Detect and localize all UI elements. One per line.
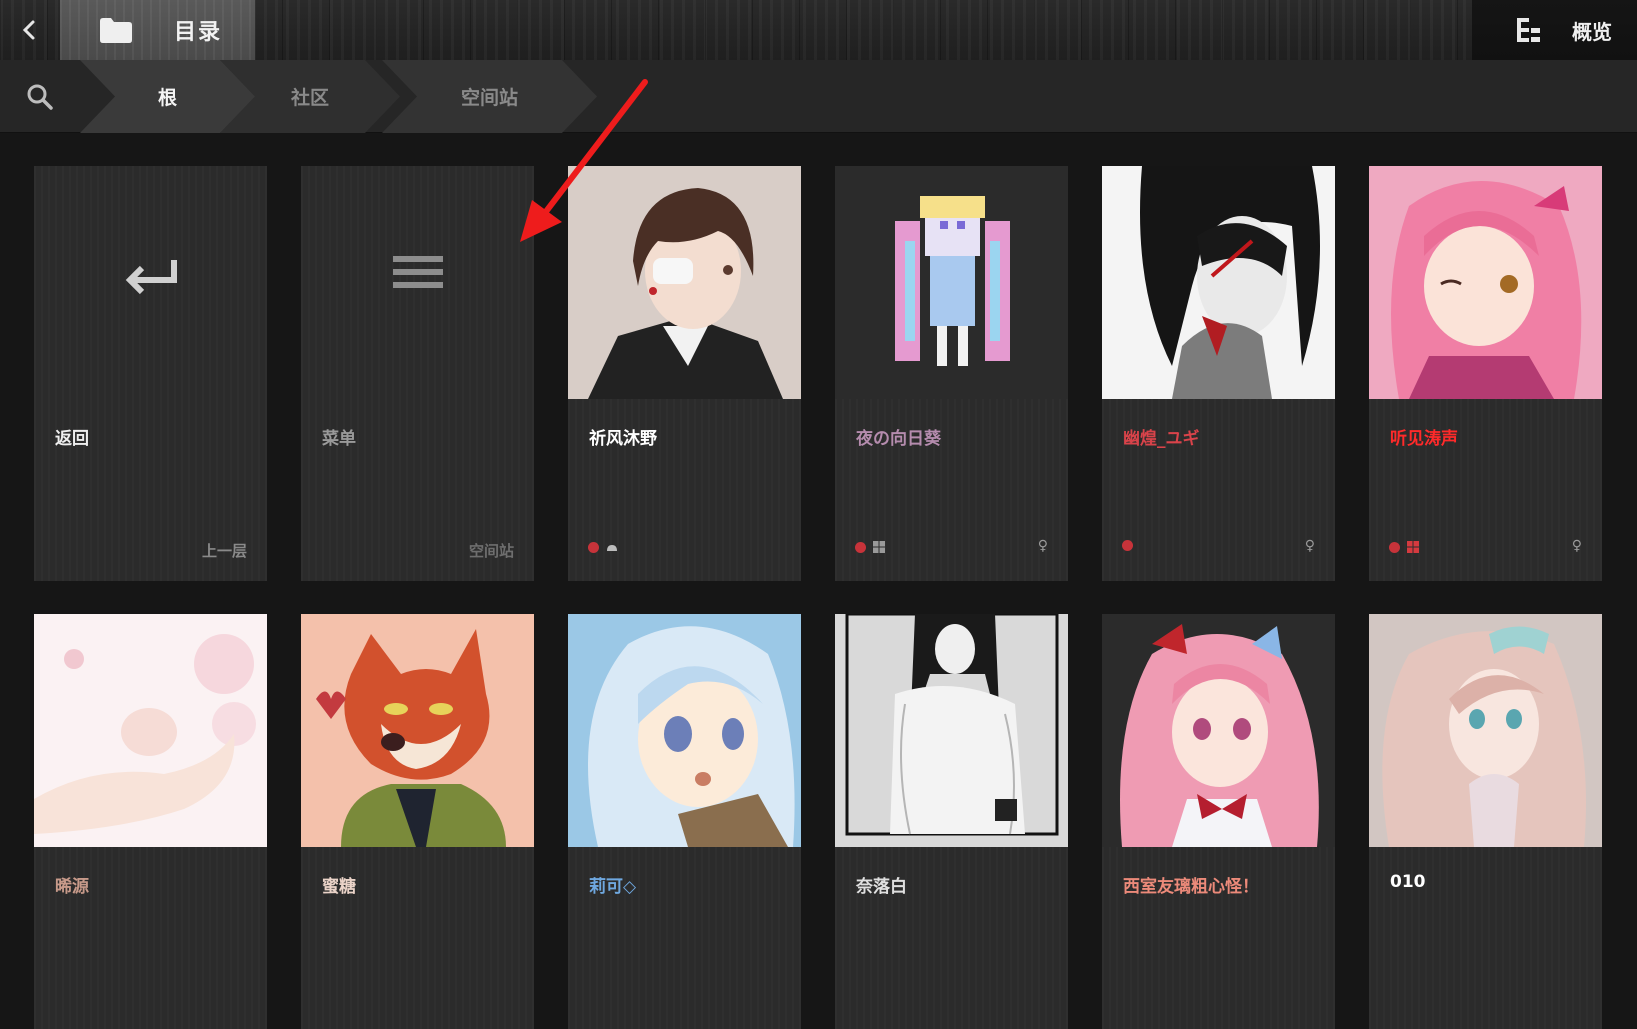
card-footer: 空间站: [468, 542, 514, 560]
card-name: 返回: [55, 429, 89, 449]
top-bar: 目录 概览: [0, 0, 1637, 60]
search-button[interactable]: [0, 60, 80, 133]
overview-label: 概览: [1572, 19, 1612, 44]
female-icon: ♀: [1037, 538, 1048, 554]
status-indicators: [1122, 540, 1133, 551]
avatar: [1369, 166, 1602, 399]
contact-card[interactable]: 010: [1369, 614, 1602, 1029]
contact-card[interactable]: 夜の向日葵 ♀: [835, 166, 1068, 581]
windows-icon: [1407, 541, 1419, 553]
card-name: 010: [1390, 872, 1426, 892]
contact-card[interactable]: 西室友璃粗心怪！: [1102, 614, 1335, 1029]
windows-icon: [873, 541, 885, 553]
breadcrumb: 空间站 社区 根: [0, 60, 1637, 133]
back-card[interactable]: 返回 上一层: [34, 166, 267, 581]
avatar: [835, 166, 1068, 399]
directory-tab[interactable]: 目录: [60, 0, 255, 60]
online-dot: [1122, 540, 1133, 551]
female-icon: ♀: [1571, 538, 1582, 554]
card-name: 蜜糖: [322, 877, 356, 897]
avatar: [568, 614, 801, 847]
directory-label: 目录: [174, 20, 223, 45]
contact-card[interactable]: 奈落白: [835, 614, 1068, 1029]
android-icon: [607, 545, 617, 551]
card-name: 听见涛声: [1390, 429, 1458, 449]
contact-card[interactable]: 晞源: [34, 614, 267, 1029]
card-name: 幽煌_ユギ: [1123, 429, 1200, 449]
card-name: 莉可◇: [589, 877, 637, 897]
contact-card[interactable]: 祈风沐野: [568, 166, 801, 581]
contact-grid: 返回 上一层 菜单 空间站 祈风沐野 夜の向日葵 ♀ 幽煌_ユギ ♀ 听见涛声 …: [0, 133, 1637, 1029]
avatar: [568, 166, 801, 399]
card-name: 奈落白: [856, 877, 907, 897]
return-arrow-icon: [34, 246, 267, 310]
card-name: 西室友璃粗心怪！: [1123, 877, 1259, 897]
search-icon: [27, 84, 53, 110]
online-dot: [588, 541, 599, 553]
contact-card[interactable]: 幽煌_ユギ ♀: [1102, 166, 1335, 581]
back-button[interactable]: [0, 0, 60, 60]
breadcrumb-item-root[interactable]: 根: [80, 60, 255, 133]
avatar: [1369, 614, 1602, 847]
card-name: 晞源: [55, 877, 89, 897]
menu-card[interactable]: 菜单 空间站: [301, 166, 534, 581]
contact-card[interactable]: 蜜糖: [301, 614, 534, 1029]
status-indicators: [588, 540, 619, 554]
folder-icon: [100, 18, 132, 43]
status-indicators: [1389, 540, 1420, 554]
female-icon: ♀: [1304, 538, 1315, 554]
breadcrumb-item-space-station[interactable]: 空间站: [382, 60, 597, 133]
avatar: [301, 614, 534, 847]
avatar: [1102, 614, 1335, 847]
card-name: 夜の向日葵: [856, 429, 941, 449]
tree-view-icon: [1517, 18, 1540, 42]
card-footer: 上一层: [201, 542, 247, 560]
card-name: 祈风沐野: [589, 429, 657, 449]
contact-card[interactable]: 听见涛声 ♀: [1369, 166, 1602, 581]
online-dot: [1389, 541, 1400, 553]
card-name: 菜单: [322, 429, 356, 449]
status-indicators: [855, 540, 886, 554]
avatar: [1102, 166, 1335, 399]
online-dot: [855, 541, 866, 553]
avatar: [835, 614, 1068, 847]
chevron-left-icon: [22, 20, 35, 40]
contact-card[interactable]: 莉可◇: [568, 614, 801, 1029]
avatar: [34, 614, 267, 847]
menu-icon: [301, 246, 534, 310]
overview-toggle[interactable]: 概览: [1472, 0, 1637, 60]
